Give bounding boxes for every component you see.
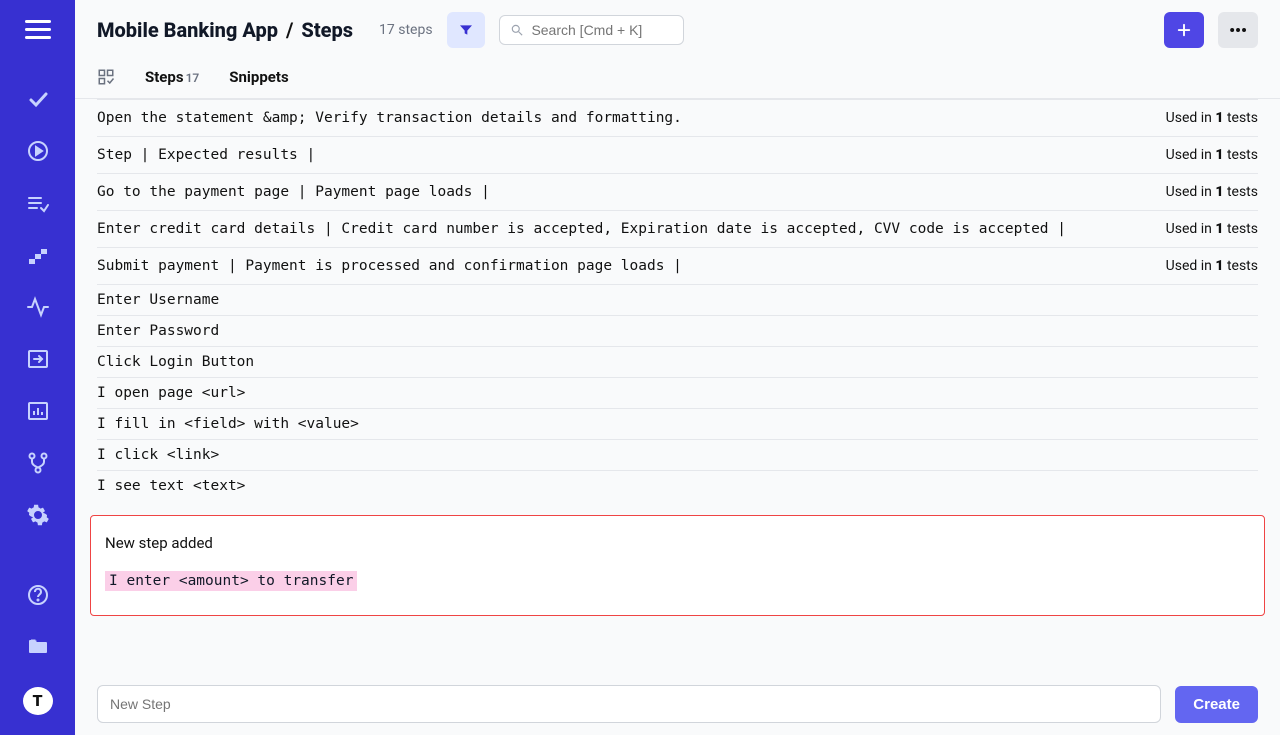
step-row[interactable]: I open page <url> — [97, 378, 1258, 409]
activity-icon[interactable] — [26, 295, 50, 319]
used-in: Used in 1 tests — [1166, 110, 1258, 126]
step-row[interactable]: I see text <text> — [97, 471, 1258, 501]
branch-icon[interactable] — [26, 451, 50, 475]
plus-icon — [1175, 21, 1193, 39]
gear-icon[interactable] — [26, 503, 50, 527]
step-text: I fill in <field> with <value> — [97, 416, 359, 432]
new-step-text: I enter <amount> to transfer — [105, 571, 357, 591]
step-row[interactable]: Submit payment | Payment is processed an… — [97, 248, 1258, 285]
step-text: I see text <text> — [97, 478, 245, 494]
check-icon[interactable] — [26, 87, 50, 111]
breadcrumb-separator: / — [286, 18, 293, 42]
step-text: Open the statement &amp; Verify transact… — [97, 110, 682, 126]
step-row[interactable]: Step | Expected results | Used in 1 test… — [97, 137, 1258, 174]
used-in: Used in 1 tests — [1166, 147, 1258, 163]
step-count-label: 17 steps — [379, 22, 433, 38]
new-step-label: New step added — [105, 534, 1250, 552]
topbar: Mobile Banking App / Steps 17 steps ••• — [75, 0, 1280, 60]
step-text: Click Login Button — [97, 354, 254, 370]
breadcrumb-project[interactable]: Mobile Banking App — [97, 18, 278, 42]
step-row[interactable]: Open the statement &amp; Verify transact… — [97, 99, 1258, 137]
search-icon — [510, 22, 524, 38]
step-row[interactable]: Go to the payment page | Payment page lo… — [97, 174, 1258, 211]
more-button[interactable]: ••• — [1218, 12, 1258, 48]
filter-icon — [458, 22, 474, 38]
play-circle-icon[interactable] — [26, 139, 50, 163]
footer: Create — [75, 679, 1280, 735]
folder-icon[interactable] — [26, 635, 50, 659]
new-step-callout: New step added I enter <amount> to trans… — [90, 515, 1265, 616]
used-in: Used in 1 tests — [1166, 221, 1258, 237]
tab-steps-count: 17 — [186, 71, 200, 85]
search-box[interactable] — [499, 15, 684, 45]
chart-icon[interactable] — [26, 399, 50, 423]
step-row[interactable]: I fill in <field> with <value> — [97, 409, 1258, 440]
tab-overview-icon[interactable] — [97, 68, 115, 98]
app-logo[interactable]: T — [23, 687, 53, 715]
sidebar: T — [0, 0, 75, 735]
tab-steps[interactable]: Steps17 — [145, 68, 199, 98]
step-text: Enter Username — [97, 292, 219, 308]
step-text: I open page <url> — [97, 385, 245, 401]
steps-icon[interactable] — [26, 243, 50, 267]
step-row[interactable]: Enter Password — [97, 316, 1258, 347]
step-text: Enter credit card details | Credit card … — [97, 221, 1066, 237]
step-row[interactable]: Enter Username — [97, 285, 1258, 316]
menu-icon[interactable] — [25, 20, 51, 39]
playlist-check-icon[interactable] — [26, 191, 50, 215]
step-text: Enter Password — [97, 323, 219, 339]
filter-button[interactable] — [447, 12, 485, 48]
step-row[interactable]: I click <link> — [97, 440, 1258, 471]
search-input[interactable] — [531, 22, 672, 38]
tab-snippets[interactable]: Snippets — [229, 68, 288, 98]
steps-list: Open the statement &amp; Verify transact… — [75, 99, 1280, 679]
new-step-input[interactable] — [97, 685, 1161, 723]
step-text: Step | Expected results | — [97, 147, 315, 163]
step-text: Submit payment | Payment is processed an… — [97, 258, 682, 274]
step-row[interactable]: Enter credit card details | Credit card … — [97, 211, 1258, 248]
used-in: Used in 1 tests — [1166, 184, 1258, 200]
step-text: Go to the payment page | Payment page lo… — [97, 184, 490, 200]
tabs: Steps17 Snippets — [75, 60, 1280, 99]
dots-icon: ••• — [1229, 21, 1247, 40]
help-icon[interactable] — [26, 583, 50, 607]
import-icon[interactable] — [26, 347, 50, 371]
used-in: Used in 1 tests — [1166, 258, 1258, 274]
main-content: Mobile Banking App / Steps 17 steps ••• — [75, 0, 1280, 735]
breadcrumb: Mobile Banking App / Steps — [97, 18, 353, 42]
tab-steps-label: Steps — [145, 68, 184, 86]
step-text: I click <link> — [97, 447, 219, 463]
create-button[interactable]: Create — [1175, 686, 1258, 723]
add-button[interactable] — [1164, 12, 1204, 48]
step-row[interactable]: Click Login Button — [97, 347, 1258, 378]
breadcrumb-page: Steps — [301, 18, 353, 42]
